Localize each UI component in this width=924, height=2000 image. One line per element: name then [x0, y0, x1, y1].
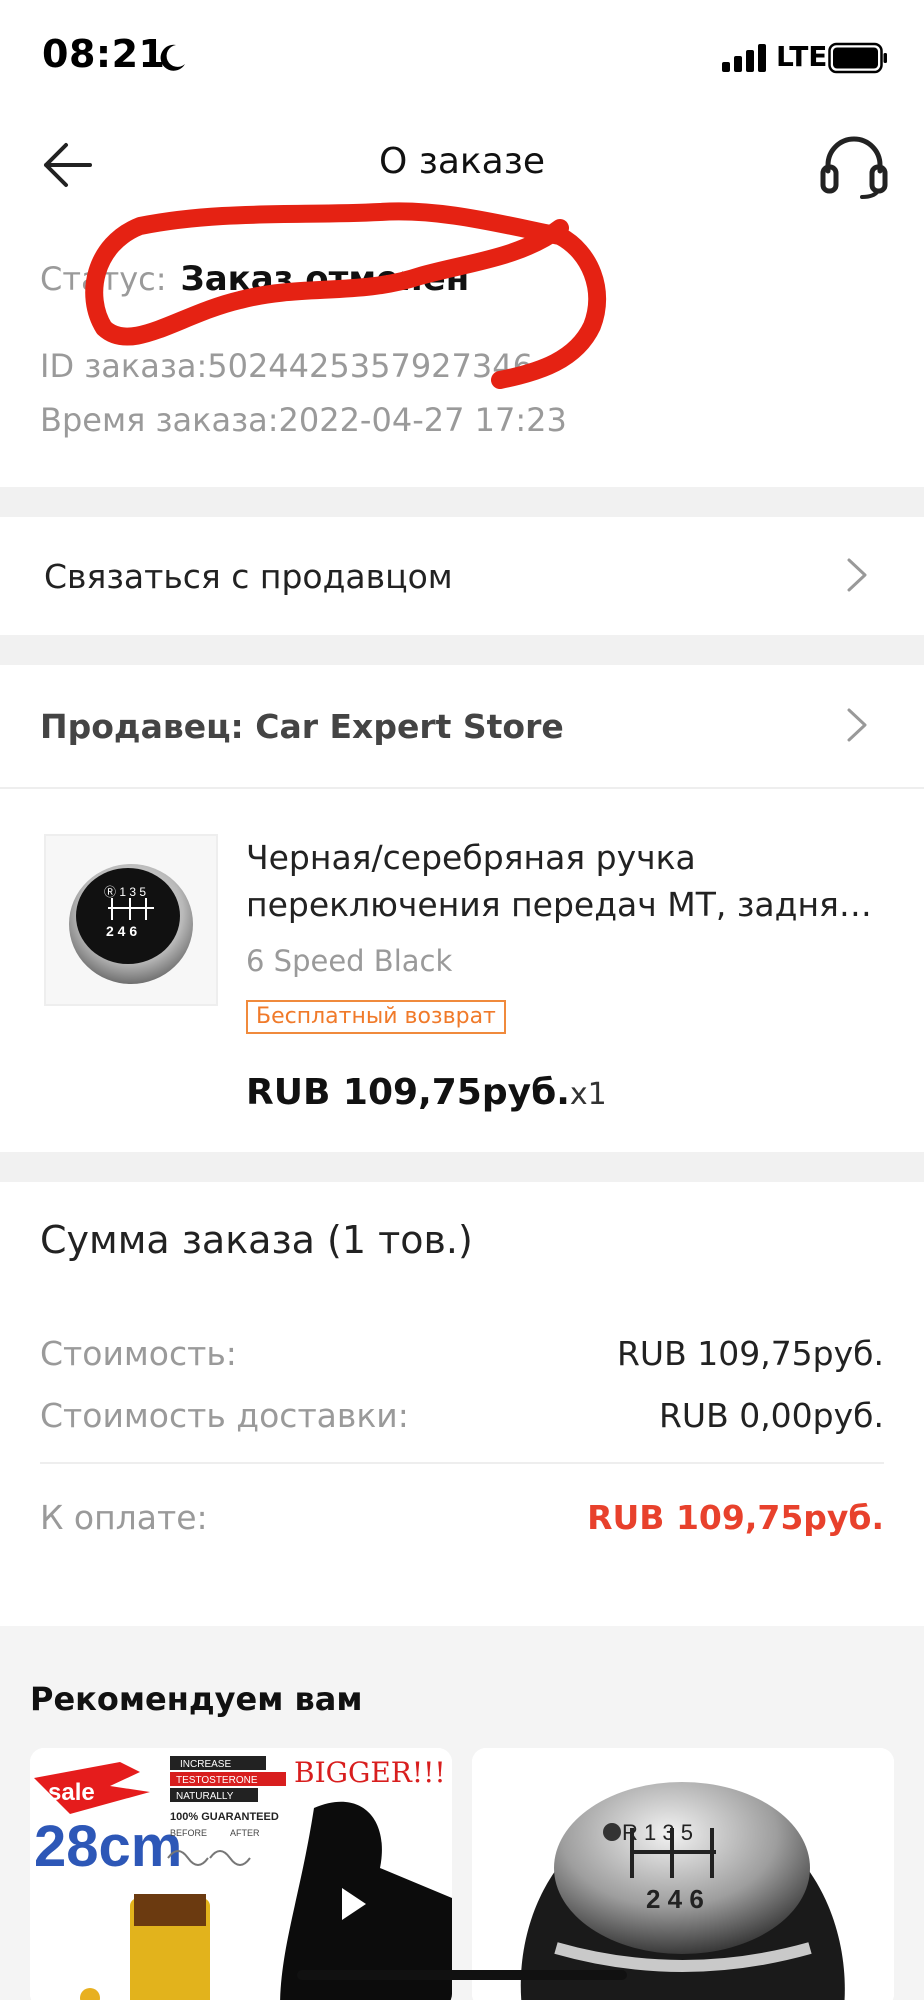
- svg-text:2 4 6: 2 4 6: [106, 923, 137, 939]
- product-title[interactable]: Черная/серебряная ручка переключения пер…: [246, 834, 876, 928]
- card1-line1: INCREASE: [180, 1759, 231, 1770]
- battery-icon: [828, 42, 887, 74]
- sale-text: sale: [48, 1779, 95, 1806]
- section-gap: [0, 1152, 924, 1182]
- cost-value: RUB 109,75руб.: [617, 1334, 884, 1373]
- signal-icon: [722, 44, 766, 72]
- recommend-card[interactable]: R 1 3 5 2 4 6: [472, 1748, 894, 2000]
- status-value: Заказ отменен: [180, 259, 470, 299]
- order-id: ID заказа:5024425357927346: [40, 347, 533, 385]
- cost-label: Стоимость:: [40, 1334, 237, 1373]
- moon-icon: [160, 44, 185, 71]
- recommend-card-image-1: sale 28cm INCREASE TESTOSTERONE NATURALL…: [30, 1748, 452, 2000]
- seller-name: Продавец: Car Expert Store: [40, 707, 564, 746]
- card2-gear-top: R 1 3 5: [622, 1820, 693, 1845]
- recommend-section: Рекомендуем вам sale 28cm INCREASE TESTO…: [0, 1626, 924, 2000]
- total-value: RUB 109,75руб.: [587, 1498, 884, 1537]
- order-details-screen: 08:21 LTE О заказе Статус: Заказ отменен…: [0, 0, 924, 2000]
- card1-after: AFTER: [230, 1828, 260, 1838]
- recommend-card[interactable]: sale 28cm INCREASE TESTOSTERONE NATURALL…: [30, 1748, 452, 2000]
- home-indicator[interactable]: [297, 1970, 627, 1980]
- card1-line3: NATURALLY: [176, 1791, 234, 1802]
- contact-seller-label: Связаться с продавцом: [44, 557, 453, 596]
- product-price: RUB 109,75руб.x1: [246, 1072, 607, 1113]
- card1-line2: TESTOSTERONE: [176, 1775, 258, 1786]
- card1-before: BEFORE: [170, 1828, 207, 1838]
- recommend-title: Рекомендуем вам: [30, 1680, 363, 1718]
- card2-gear-bottom: 2 4 6: [646, 1884, 704, 1914]
- order-time: Время заказа:2022-04-27 17:23: [40, 401, 567, 439]
- summary-title: Сумма заказа (1 тов.): [40, 1218, 473, 1262]
- card1-bigger: BIGGER!!!: [294, 1756, 446, 1789]
- shipping-value: RUB 0,00руб.: [658, 1396, 884, 1435]
- order-status-row: Статус: Заказ отменен: [40, 259, 469, 299]
- page-title: О заказе: [378, 141, 546, 182]
- status-bar: 08:21 LTE: [0, 0, 924, 115]
- divider: [0, 787, 924, 789]
- product-variant: 6 Speed Black: [246, 944, 453, 978]
- summary-divider: [40, 1462, 884, 1464]
- gear-knob-image: Ⓡ 1 3 5 2 4 6: [69, 864, 193, 984]
- network-label: LTE: [776, 40, 828, 73]
- status-time: 08:21: [42, 32, 166, 76]
- size-text: 28cm: [34, 1814, 182, 1879]
- free-return-badge: Бесплатный возврат: [246, 1000, 506, 1034]
- svg-text:Ⓡ 1 3 5: Ⓡ 1 3 5: [104, 885, 146, 899]
- section-gap: [0, 635, 924, 665]
- section-gap: [0, 487, 924, 517]
- quantity-value: x1: [569, 1077, 607, 1112]
- product-title-line1: Черная/серебряная ручка: [246, 838, 696, 877]
- seller-row[interactable]: Продавец: Car Expert Store: [0, 665, 924, 787]
- total-label: К оплате:: [40, 1498, 208, 1537]
- contact-seller-row[interactable]: Связаться с продавцом: [0, 517, 924, 635]
- product-image[interactable]: Ⓡ 1 3 5 2 4 6: [44, 834, 218, 1006]
- chevron-right-icon: [847, 708, 867, 742]
- product-title-line2: переключения передач MT, задняя...: [246, 885, 876, 924]
- nav-bar: О заказе: [0, 115, 924, 215]
- recommend-card-image-2: R 1 3 5 2 4 6: [472, 1748, 894, 2000]
- card1-guarantee: 100% GUARANTEED: [170, 1811, 279, 1823]
- order-info-section: Статус: Заказ отменен ID заказа:502442535…: [0, 215, 924, 487]
- shipping-label: Стоимость доставки:: [40, 1396, 409, 1435]
- headset-icon[interactable]: [818, 131, 890, 201]
- chevron-right-icon: [847, 558, 867, 592]
- status-label: Статус:: [40, 260, 167, 298]
- price-value: RUB 109,75руб.: [246, 1072, 570, 1113]
